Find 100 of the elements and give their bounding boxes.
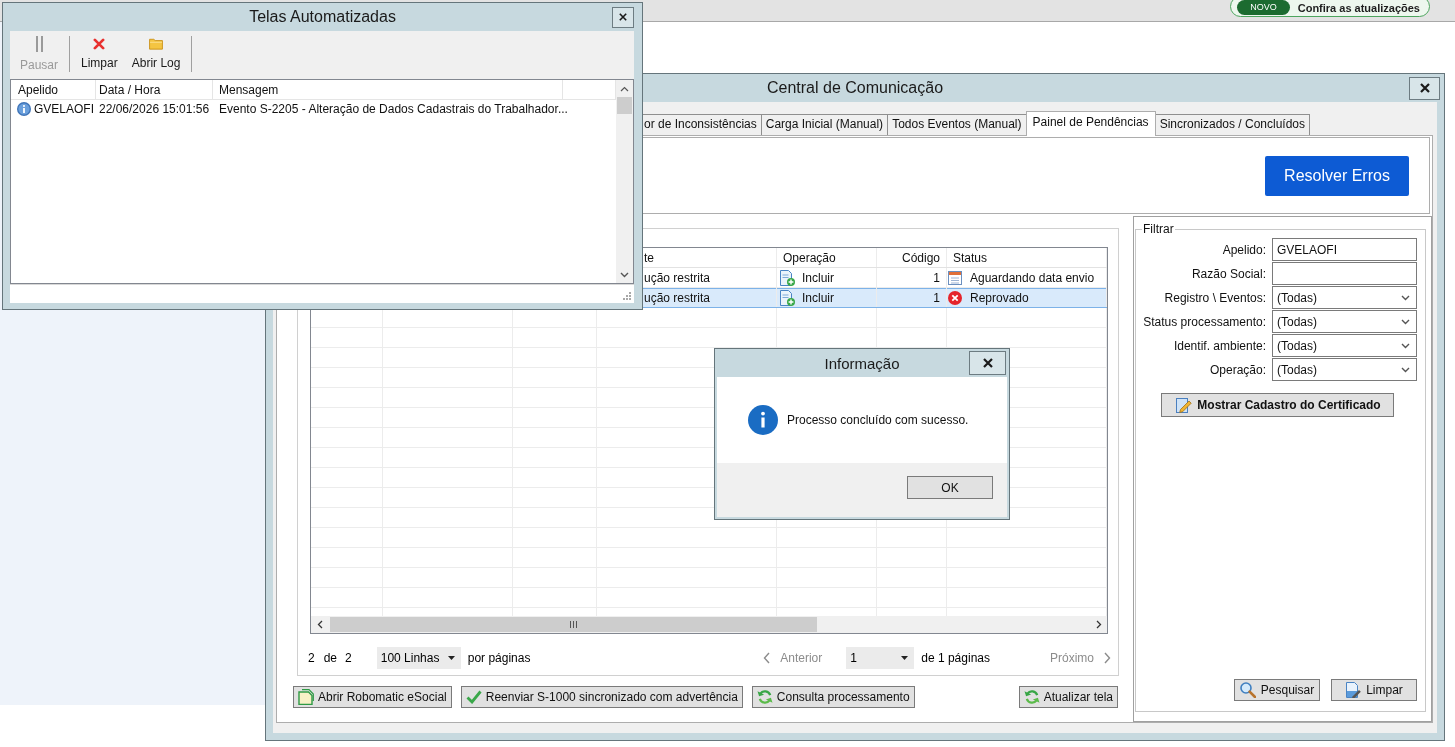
pager-text: por páginas	[467, 651, 531, 665]
window-title: Telas Automatizadas	[249, 8, 396, 26]
close-button[interactable]	[1409, 76, 1440, 100]
toolbar-button[interactable]: Limpar	[74, 33, 125, 75]
grid-row[interactable]: ução restrita Incluir 1 Aguardando data envio	[643, 268, 1107, 287]
table-cell: 1	[933, 290, 940, 305]
action-button[interactable]: Pesquisar	[1234, 679, 1320, 701]
table-cell: Incluir	[802, 290, 834, 305]
close-icon	[1419, 83, 1430, 93]
tab[interactable]: Painel de Pendências	[1025, 111, 1156, 136]
info-icon	[17, 102, 31, 116]
column-header[interactable]: Operação	[783, 250, 836, 265]
page-size-dropdown[interactable]: 100 Linhas	[376, 647, 461, 669]
caret-icon	[447, 656, 455, 660]
resolve-errors-button[interactable]: Resolver Erros	[1265, 155, 1409, 196]
record-total: 2	[345, 651, 352, 665]
field-label: Razão Social:	[1190, 266, 1266, 281]
group-title: Filtrar	[1142, 222, 1175, 236]
field-label: Status processamento:	[1143, 314, 1266, 329]
field-label: Identif. ambiente:	[1172, 338, 1266, 353]
column-header[interactable]: Apelido	[11, 80, 96, 100]
scrollbar-thumb[interactable]	[617, 97, 632, 114]
table-cell: GVELAOFI	[34, 102, 95, 116]
vertical-scrollbar[interactable]	[616, 80, 633, 283]
window-title: Central de Comunicação	[766, 79, 944, 97]
page-dropdown[interactable]: 1	[846, 647, 915, 669]
scrollbar-thumb[interactable]	[330, 617, 817, 632]
refresh-icon	[1023, 689, 1040, 705]
pause-icon	[35, 36, 43, 52]
close-button[interactable]	[969, 351, 1006, 375]
table-cell: ução restrita	[644, 290, 711, 305]
chevron-right-icon	[1104, 652, 1111, 664]
calendar-icon	[948, 270, 962, 285]
field-label: Registro \ Eventos:	[1163, 290, 1266, 305]
document-add-icon	[779, 269, 795, 286]
action-button[interactable]: Limpar	[1331, 679, 1417, 701]
refresh-icon	[756, 689, 773, 705]
cross-icon	[93, 38, 106, 50]
text-field[interactable]: GVELAOFI	[1272, 238, 1417, 261]
column-header[interactable]: Código	[901, 250, 940, 265]
chevron-left-icon	[763, 652, 771, 664]
grip-icon	[570, 621, 577, 628]
table-cell: Aguardando data envio	[970, 270, 1095, 285]
table-cell: 1	[933, 270, 940, 285]
action-button[interactable]: Consulta processamento	[751, 686, 915, 708]
pager-text: de 1 páginas	[921, 651, 990, 665]
chevron-down-icon	[1401, 366, 1410, 373]
column-header[interactable]: Mensagem	[213, 80, 563, 100]
update-notice[interactable]: NOVO Confira as atualizações	[1230, 0, 1430, 17]
table-cell: 22/06/2026 15:01:56	[99, 102, 210, 116]
close-button[interactable]	[612, 6, 634, 28]
column-header[interactable]: te	[644, 250, 654, 265]
chevron-down-icon	[620, 271, 629, 278]
message-text: Processo concluído com sucesso.	[787, 413, 969, 427]
error-icon	[948, 290, 962, 305]
chevron-right-icon	[1095, 620, 1102, 629]
table-cell: Incluir	[802, 270, 834, 285]
document-add-icon	[779, 289, 795, 306]
ok-button[interactable]: OK	[907, 476, 993, 499]
horizontal-scrollbar[interactable]	[311, 616, 1107, 633]
chevron-down-icon	[1401, 318, 1410, 325]
table-cell: Reprovado	[970, 290, 1029, 305]
new-badge: NOVO	[1237, 0, 1290, 15]
folder-icon	[149, 38, 164, 50]
close-icon	[982, 358, 993, 368]
column-header[interactable]: Status	[953, 250, 988, 265]
field-label: Apelido:	[1221, 242, 1266, 257]
text-field[interactable]	[1272, 262, 1417, 285]
action-button[interactable]: Abrir Robomatic eSocial	[293, 686, 452, 708]
dropdown-field[interactable]: (Todas)	[1272, 334, 1417, 357]
grid-row[interactable]: ução restrita Incluir 1 Reprovado	[643, 288, 1107, 307]
table-cell: Evento S-2205 - Alteração de Dados Cadastrais do Trabalhador...	[219, 102, 568, 116]
update-text: Confira as atualizações	[1297, 1, 1420, 14]
tab[interactable]: Sincronizados / Concluídos	[1154, 114, 1311, 135]
chevron-down-icon	[1401, 342, 1410, 349]
caret-icon	[901, 656, 909, 660]
action-button[interactable]: Reenviar S-1000 sincronizado com advertência	[460, 686, 743, 708]
chevron-down-icon	[1401, 294, 1410, 301]
toolbar-button[interactable]: Abrir Log	[124, 33, 188, 75]
table-cell: ução restrita	[644, 270, 711, 285]
refresh-button[interactable]: Atualizar tela	[1018, 686, 1118, 708]
certificate-button[interactable]: Mostrar Cadastro do Certificado	[1161, 393, 1394, 417]
record-count: 2	[308, 651, 315, 665]
document-pen-icon	[1345, 682, 1362, 698]
dropdown-field[interactable]: (Todas)	[1272, 286, 1417, 309]
search-icon	[1239, 682, 1256, 698]
pager-text: de	[323, 651, 338, 665]
column-header[interactable]: Data / Hora	[96, 80, 213, 100]
chevron-up-icon	[620, 85, 629, 92]
dropdown-field[interactable]: (Todas)	[1272, 358, 1417, 381]
check-icon	[465, 690, 482, 704]
close-icon	[619, 13, 627, 21]
dialog-title: Informação	[824, 354, 900, 372]
info-icon	[748, 405, 778, 435]
chevron-left-icon	[316, 620, 323, 629]
note-pencil-icon	[1176, 397, 1193, 413]
document-icon	[298, 689, 314, 705]
resize-grip-icon	[623, 292, 631, 300]
dropdown-field[interactable]: (Todas)	[1272, 310, 1417, 333]
field-label: Operação:	[1208, 362, 1266, 377]
